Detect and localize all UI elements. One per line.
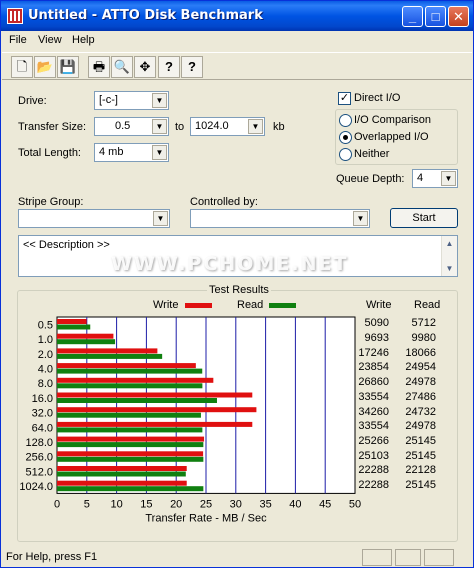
x-tick-label: 40 (289, 498, 301, 510)
read-bar (57, 324, 91, 330)
y-tick-label: 8.0 (38, 378, 53, 390)
y-tick-label: 4.0 (38, 363, 53, 375)
status-panel-1 (362, 549, 392, 566)
y-tick-label: 1024.0 (19, 481, 53, 493)
x-tick-label: 25 (200, 498, 212, 510)
write-bar (57, 421, 253, 427)
y-tick-label: 16.0 (32, 393, 53, 405)
read-value: 24978 (405, 420, 436, 433)
write-value: 22288 (358, 464, 389, 477)
write-bar (57, 392, 253, 398)
y-tick-label: 0.5 (38, 319, 53, 331)
read-value: 5712 (411, 317, 436, 330)
write-value: 23854 (358, 361, 389, 374)
x-axis-label: Transfer Rate - MB / Sec (145, 512, 267, 524)
y-tick-label: 32.0 (32, 408, 53, 420)
y-tick-label: 64.0 (32, 422, 53, 434)
status-text: For Help, press F1 (6, 551, 98, 563)
write-value: 33554 (358, 420, 389, 433)
y-tick-label: 256.0 (25, 452, 53, 464)
read-bar (57, 368, 203, 374)
write-bar (57, 319, 87, 324)
x-tick-label: 15 (140, 498, 152, 510)
y-tick-label: 1.0 (38, 334, 53, 346)
status-panel-2 (395, 549, 421, 566)
read-value: 22128 (405, 464, 436, 477)
write-bar (57, 466, 187, 471)
write-value: 5090 (364, 317, 389, 330)
app-window: Untitled - ATTO Disk Benchmark _ □ ✕ Fil… (0, 0, 474, 568)
read-bar (57, 339, 116, 345)
read-value: 25145 (405, 449, 436, 462)
read-value: 9980 (411, 332, 436, 345)
read-bar (57, 456, 204, 462)
x-tick-label: 5 (84, 498, 90, 510)
write-value: 25266 (358, 434, 389, 447)
read-bar (57, 427, 203, 433)
write-value: 9693 (364, 332, 389, 345)
read-value: 18066 (405, 346, 436, 359)
read-bar (57, 353, 163, 359)
x-tick-label: 35 (259, 498, 271, 510)
write-value: 17246 (358, 346, 389, 359)
read-value: 24978 (405, 376, 436, 389)
write-bar (57, 377, 214, 383)
x-tick-label: 0 (54, 498, 60, 510)
write-value: 33554 (358, 390, 389, 403)
read-bar (57, 412, 201, 418)
y-tick-label: 512.0 (25, 466, 53, 478)
x-tick-label: 10 (110, 498, 122, 510)
status-panel-3 (424, 549, 454, 566)
read-bar (57, 442, 204, 448)
write-bar (57, 480, 187, 486)
read-value: 25145 (405, 479, 436, 492)
read-value: 24954 (405, 361, 436, 374)
read-bar (57, 471, 186, 477)
x-tick-label: 50 (349, 498, 361, 510)
x-tick-label: 45 (319, 498, 331, 510)
write-bar (57, 407, 257, 413)
read-bar (57, 383, 203, 389)
write-value: 34260 (358, 405, 389, 418)
write-bar (57, 451, 204, 457)
read-value: 24732 (405, 405, 436, 418)
write-value: 22288 (358, 479, 389, 492)
status-bar: For Help, press F1 (2, 547, 472, 567)
read-bar (57, 486, 204, 492)
x-tick-label: 30 (230, 498, 242, 510)
write-bar (57, 436, 205, 442)
read-bar (57, 398, 217, 403)
y-tick-label: 2.0 (38, 349, 53, 361)
write-bar (57, 333, 114, 339)
x-tick-label: 20 (170, 498, 182, 510)
write-value: 25103 (358, 449, 389, 462)
write-value: 26860 (358, 376, 389, 389)
read-value: 27486 (405, 390, 436, 403)
read-value: 25145 (405, 434, 436, 447)
y-tick-label: 128.0 (25, 437, 53, 449)
write-bar (57, 363, 196, 369)
write-bar (57, 348, 158, 354)
